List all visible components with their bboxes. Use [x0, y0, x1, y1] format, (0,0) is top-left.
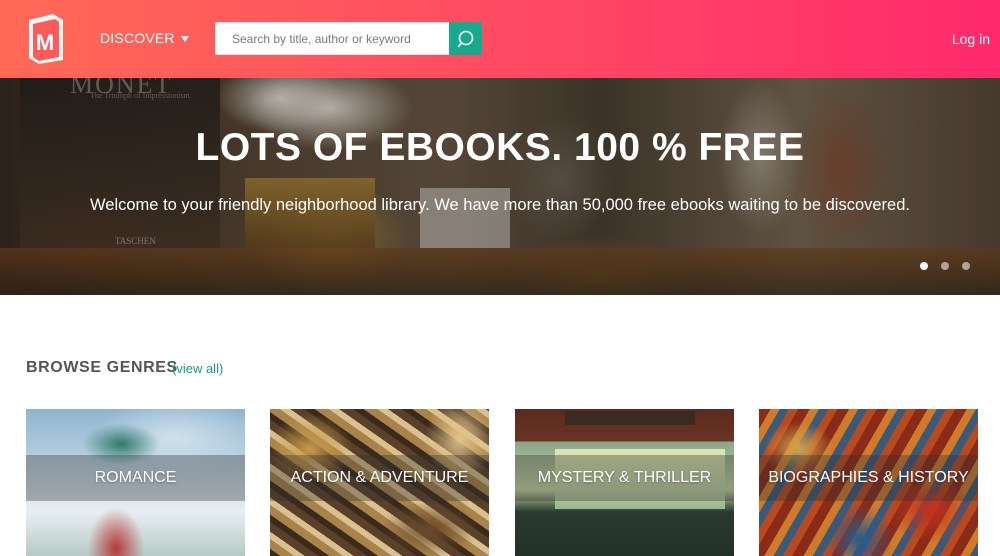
search-icon	[457, 30, 473, 47]
caret-down-icon	[180, 35, 189, 42]
hero-title: LOTS OF EBOOKS. 100 % FREE	[195, 126, 805, 169]
genre-card-mystery-thriller[interactable]: MYSTERY & THRILLER	[515, 409, 734, 556]
hero-subtitle: Welcome to your friendly neighborhood li…	[90, 196, 910, 214]
search-button[interactable]	[449, 22, 482, 55]
genre-label: BIOGRAPHIES & HISTORY	[759, 455, 978, 501]
search-input[interactable]	[215, 22, 449, 55]
genre-card-romance[interactable]: ROMANCE	[26, 409, 245, 556]
view-all-genres-link[interactable]: (view all)	[172, 361, 223, 376]
logo-letter: M	[36, 30, 54, 55]
genre-label: MYSTERY & THRILLER	[515, 455, 734, 501]
genre-card-biographies-history[interactable]: BIOGRAPHIES & HISTORY	[759, 409, 978, 556]
carousel-dot-1[interactable]	[920, 262, 928, 270]
carousel-dot-3[interactable]	[962, 262, 970, 270]
browse-genres-heading: BROWSE GENRES	[26, 359, 178, 376]
discover-menu[interactable]: DISCOVER	[100, 30, 189, 46]
carousel-dot-2[interactable]	[941, 262, 949, 270]
top-navbar: M DISCOVER Log in	[0, 0, 1000, 78]
genre-card-action-adventure[interactable]: ACTION & ADVENTURE	[270, 409, 489, 556]
genre-image-detail	[565, 411, 695, 425]
genre-label: ROMANCE	[26, 455, 245, 501]
logo-icon[interactable]: M	[25, 12, 67, 64]
genre-label: ACTION & ADVENTURE	[270, 455, 489, 501]
discover-label: DISCOVER	[100, 30, 175, 46]
hero-banner: MONET The Triumph of Impressionism TASCH…	[0, 78, 1000, 295]
carousel-dots	[920, 262, 970, 270]
hero-content: LOTS OF EBOOKS. 100 % FREE Welcome to yo…	[0, 78, 1000, 295]
login-link[interactable]: Log in	[952, 31, 990, 47]
